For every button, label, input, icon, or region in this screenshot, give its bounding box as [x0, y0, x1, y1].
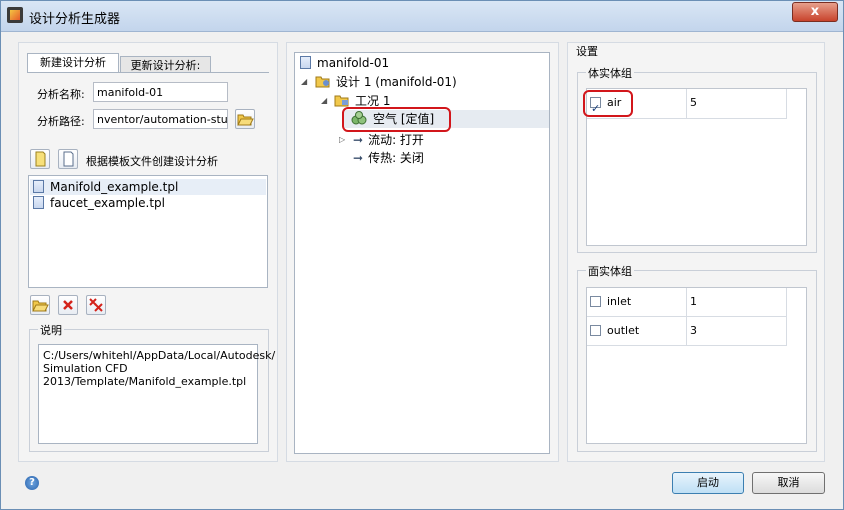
- open-template-button[interactable]: [30, 295, 50, 315]
- tab-update-analysis[interactable]: 更新设计分析:: [120, 56, 211, 72]
- analysis-name-input[interactable]: manifold-01: [93, 82, 228, 102]
- surface-name-cell[interactable]: inlet: [587, 288, 687, 317]
- surface-name-cell[interactable]: outlet: [587, 317, 687, 346]
- volume-value: 5: [690, 96, 697, 109]
- air-highlight-box: [583, 90, 633, 117]
- tree-flow[interactable]: ➞ 流动: 打开: [353, 131, 424, 149]
- delete-all-icon: [89, 298, 103, 312]
- new-template-button[interactable]: [30, 149, 50, 169]
- template-file-list: Manifold_example.tpl faucet_example.tpl: [28, 175, 268, 288]
- analysis-name-label: 分析名称:: [37, 88, 85, 101]
- tree-heat-label: 传热: 关闭: [368, 151, 424, 165]
- study-icon: [300, 56, 311, 69]
- tree-flow-label: 流动: 打开: [368, 133, 424, 147]
- browse-folder-button[interactable]: [235, 109, 255, 129]
- tab-new-analysis[interactable]: 新建设计分析: [27, 53, 119, 72]
- list-item[interactable]: Manifold_example.tpl: [33, 179, 178, 195]
- volume-group-title: 体实体组: [586, 65, 634, 81]
- window-title: 设计分析生成器: [29, 12, 121, 27]
- folder-open-icon: [32, 300, 49, 312]
- list-item-label: Manifold_example.tpl: [50, 180, 179, 194]
- tree-design-label: 设计 1 (manifold-01): [336, 75, 457, 89]
- analysis-path-label: 分析路径:: [37, 115, 85, 128]
- close-button[interactable]: x: [792, 2, 838, 22]
- tree-design[interactable]: 设计 1 (manifold-01): [315, 73, 457, 91]
- create-from-template-label: 根据模板文件创建设计分析: [86, 155, 218, 168]
- description-box: C:/Users/whitehl/AppData/Local/Autodesk/…: [38, 344, 276, 444]
- tree-heat[interactable]: ➞ 传热: 关闭: [353, 149, 424, 167]
- volume-value-cell[interactable]: 5: [687, 89, 787, 119]
- list-item-label: faucet_example.tpl: [50, 196, 165, 210]
- document-icon: [63, 151, 74, 167]
- title-bar: 设计分析生成器 x: [1, 1, 843, 32]
- template-file-icon: [33, 196, 44, 209]
- description-line: 2013/Template/Manifold_example.tpl: [43, 375, 247, 388]
- folder-open-icon: [237, 114, 254, 126]
- surface-value-cell[interactable]: 1: [687, 288, 787, 317]
- expand-arrow-icon[interactable]: ◢: [301, 77, 307, 86]
- description-title: 说明: [38, 322, 64, 338]
- template-file-icon: [33, 180, 44, 193]
- collapse-arrow-icon[interactable]: ▷: [339, 135, 345, 144]
- analysis-path-input[interactable]: nventor/automation-study: [93, 109, 228, 129]
- tree-root[interactable]: manifold-01: [300, 54, 389, 72]
- surface-name: outlet: [607, 324, 640, 337]
- new-document-icon: [35, 151, 46, 167]
- tab-underline: [27, 72, 269, 73]
- surface-grid: inlet 1 outlet 3: [586, 287, 807, 444]
- blank-template-button[interactable]: [58, 149, 78, 169]
- surface-value-cell[interactable]: 3: [687, 317, 787, 346]
- surface-value: 1: [690, 295, 697, 308]
- design-icon: [315, 76, 330, 88]
- expand-arrow-icon[interactable]: ◢: [321, 96, 327, 105]
- arrow-right-icon: ➞: [353, 151, 364, 165]
- arrow-right-icon: ➞: [353, 133, 364, 147]
- surface-checkbox[interactable]: [590, 296, 601, 307]
- surface-value: 3: [690, 324, 697, 337]
- material-highlight-box: [342, 107, 451, 132]
- list-item[interactable]: faucet_example.tpl: [33, 195, 165, 211]
- scenario-icon: [334, 95, 349, 107]
- cancel-button[interactable]: 取消: [752, 472, 825, 494]
- delete-all-button[interactable]: [86, 295, 106, 315]
- help-icon[interactable]: ?: [25, 476, 39, 490]
- description-line: Simulation CFD: [43, 362, 128, 375]
- delete-template-button[interactable]: [58, 295, 78, 315]
- app-icon: [7, 7, 23, 23]
- delete-icon: [63, 300, 73, 310]
- surface-checkbox[interactable]: [590, 325, 601, 336]
- settings-title: 设置: [576, 45, 598, 58]
- description-line: C:/Users/whitehl/AppData/Local/Autodesk/: [43, 349, 276, 362]
- start-button[interactable]: 启动: [672, 472, 744, 494]
- surface-name: inlet: [607, 295, 632, 308]
- tree-root-label: manifold-01: [317, 56, 390, 70]
- tree-scenario-label: 工况 1: [355, 94, 391, 108]
- surface-group-title: 面实体组: [586, 263, 634, 279]
- dialog-window: 设计分析生成器 x 新建设计分析 更新设计分析: 分析名称: manifold-…: [0, 0, 844, 510]
